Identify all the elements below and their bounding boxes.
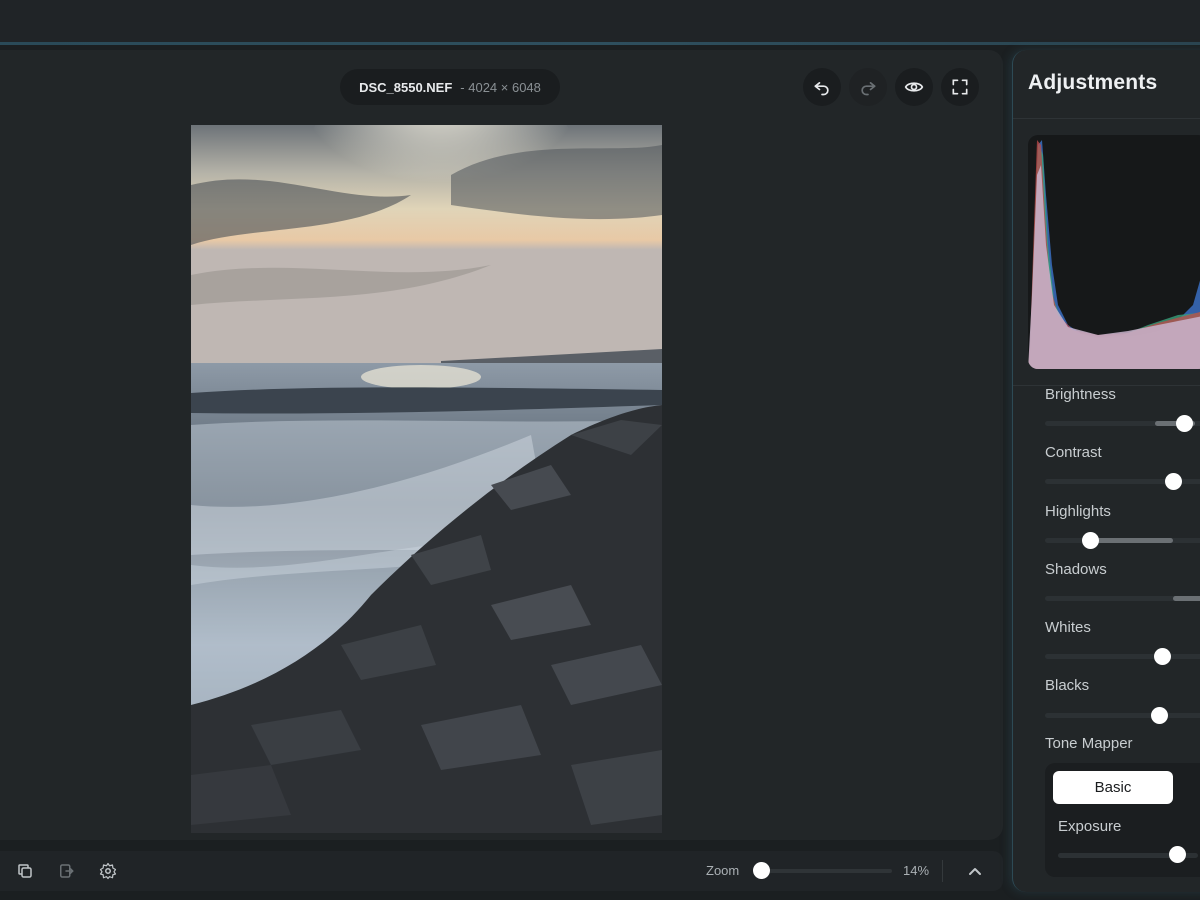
histogram: [1028, 135, 1200, 369]
top-bar: [0, 0, 1200, 44]
file-name: DSC_8550.NEF: [359, 79, 453, 95]
toolbar-divider: [942, 860, 943, 882]
zoom-percent: 14%: [903, 863, 930, 878]
undo-button[interactable]: [803, 68, 841, 106]
fullscreen-icon: [952, 79, 968, 95]
highlights-slider-track[interactable]: [1045, 538, 1200, 543]
settings-button[interactable]: [97, 860, 119, 882]
undo-icon: [814, 82, 829, 96]
brightness-label: Brightness: [1045, 386, 1116, 403]
blacks-slider-thumb[interactable]: [1151, 707, 1168, 724]
tone-mapper-basic-button[interactable]: Basic: [1053, 771, 1173, 804]
eye-icon: [904, 82, 924, 92]
highlights-label: Highlights: [1045, 503, 1111, 520]
shadows-label: Shadows: [1045, 561, 1107, 578]
copy-button[interactable]: [14, 860, 36, 882]
paste-button[interactable]: [55, 860, 77, 882]
fullscreen-button[interactable]: [941, 68, 979, 106]
whites-label: Whites: [1045, 619, 1091, 636]
contrast-slider-thumb[interactable]: [1165, 473, 1182, 490]
zoom-slider-track[interactable]: [762, 869, 892, 873]
zoom-label: Zoom: [706, 863, 740, 878]
chevron-up-icon: [969, 868, 981, 875]
whites-slider-thumb[interactable]: [1154, 648, 1171, 665]
expand-filmstrip-button[interactable]: [965, 862, 985, 880]
photo-preview[interactable]: [191, 125, 662, 833]
brightness-slider-thumb[interactable]: [1176, 415, 1193, 432]
file-info-pill: DSC_8550.NEF - 4024 × 6048: [340, 69, 560, 105]
redo-icon: [861, 82, 876, 96]
blacks-slider-track[interactable]: [1045, 713, 1200, 718]
whites-slider-track[interactable]: [1045, 654, 1200, 659]
highlights-slider-thumb[interactable]: [1082, 532, 1099, 549]
shadows-slider-track[interactable]: [1045, 596, 1200, 601]
gear-icon: [99, 862, 117, 880]
panel-divider: [1013, 118, 1200, 119]
tone-mapper-label: Tone Mapper: [1045, 735, 1133, 752]
contrast-label: Contrast: [1045, 444, 1102, 461]
copy-icon: [18, 864, 32, 878]
top-accent-line: [0, 42, 1200, 45]
zoom-slider-thumb[interactable]: [753, 862, 770, 879]
blacks-label: Blacks: [1045, 677, 1090, 694]
exposure-label: Exposure: [1058, 818, 1122, 835]
exposure-slider-thumb[interactable]: [1169, 846, 1186, 863]
file-dimensions: - 4024 × 6048: [460, 79, 541, 95]
preview-button[interactable]: [895, 68, 933, 106]
panel-title: Adjustments: [1028, 71, 1158, 94]
paste-icon: [60, 864, 74, 878]
redo-button[interactable]: [849, 68, 887, 106]
